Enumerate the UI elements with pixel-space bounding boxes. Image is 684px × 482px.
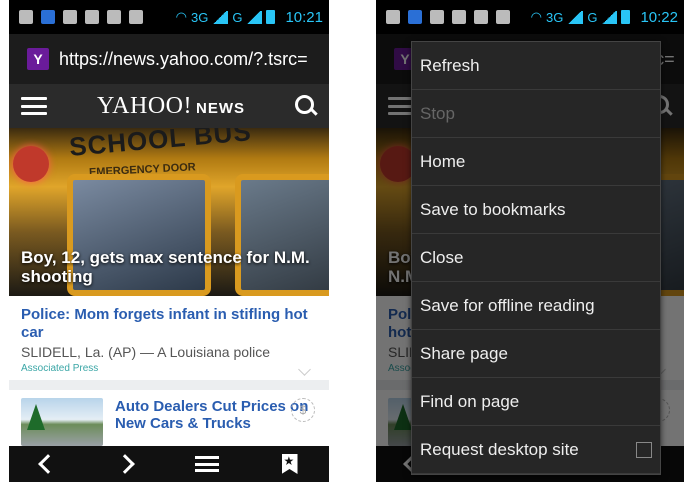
tree-icon [27,404,45,430]
status-bar: ◠ 3G G 10:21 [9,0,329,34]
image-icon [452,10,466,24]
bookmark-icon[interactable] [281,454,298,474]
menu-item-share-page[interactable]: Share page [412,330,660,378]
clock: 10:22 [640,8,678,26]
signal-area: ◠ 3G G 10:22 [531,9,684,26]
signal-icon [212,10,229,24]
browser-screen-left: ◠ 3G G 10:21 Y https://news.yahoo.com/?.… [9,0,329,482]
ad-headline[interactable]: Auto Dealers Cut Prices on New Cars & Tr… [115,398,317,446]
signal-icon [567,10,584,24]
menu-item-find-on-page[interactable]: Find on page [412,378,660,426]
yahoo-favicon-icon: Y [27,48,49,70]
story-headline[interactable]: Police: Mom forgets infant in stifling h… [21,306,317,342]
missed-call-icon [63,10,77,24]
battery-icon [621,10,631,24]
network-label: 3G [190,9,209,25]
story-source: Associated Press [21,363,99,374]
app-notification-icon [408,10,422,24]
back-icon[interactable] [37,454,58,474]
search-icon[interactable] [295,95,317,117]
yahoo-header: YAHOO!NEWS [9,84,329,128]
browser-screen-right: ◠ 3G G 10:22 Y https://news.yahoo.com/?.… [376,0,684,482]
divider [9,380,329,390]
butterfly-icon [474,10,488,24]
story-item[interactable]: Police: Mom forgets infant in stifling h… [9,296,329,380]
network-label-2: G [232,9,243,25]
bus-light [13,146,49,182]
browser-toolbar [9,446,329,482]
menu-icon[interactable] [21,97,47,115]
usb-icon [496,10,510,24]
missed-call-icon [430,10,444,24]
tabs-icon[interactable] [194,456,219,472]
sponsored-item[interactable]: Auto Dealers Cut Prices on New Cars & Tr… [9,390,329,446]
signal-icon-2 [246,10,263,24]
menu-item-save-offline[interactable]: Save for offline reading [412,282,660,330]
wifi-icon: ◠ [175,9,187,24]
wifi-icon: ◠ [530,9,542,24]
menu-item-save-to-bookmarks[interactable]: Save to bookmarks [412,186,660,234]
signal-icon-2 [601,10,618,24]
menu-item-request-desktop-site[interactable]: Request desktop site [412,426,660,474]
menu-item-close[interactable]: Close [412,234,660,282]
notification-icon [19,10,33,24]
yahoo-news-logo[interactable]: YAHOO!NEWS [97,93,245,120]
bus-sign-text: SCHOOL BUS [67,128,253,162]
forward-icon[interactable] [114,454,135,474]
image-icon [85,10,99,24]
menu-item-label: Request desktop site [420,439,579,459]
menu-item-home[interactable]: Home [412,138,660,186]
sponsored-dollar-icon: $ [291,398,315,422]
hero-story[interactable]: SCHOOL BUS EMERGENCY DOOR Boy, 12, gets … [9,128,329,296]
network-label-2: G [587,9,598,25]
desktop-site-checkbox[interactable] [636,441,652,458]
usb-icon [129,10,143,24]
signal-area: ◠ 3G G 10:21 [176,9,329,26]
notification-icon [386,10,400,24]
menu-item-stop[interactable]: Stop [412,90,660,138]
battery-icon [266,10,276,24]
story-body: SLIDELL, La. (AP) — A Louisiana police [21,344,271,360]
address-bar[interactable]: Y https://news.yahoo.com/?.tsrc= [9,34,329,84]
status-bar: ◠ 3G G 10:22 [376,0,684,34]
url-text[interactable]: https://news.yahoo.com/?.tsrc= [59,49,308,70]
app-notification-icon [41,10,55,24]
menu-item-refresh[interactable]: Refresh [412,42,660,90]
network-label: 3G [545,9,564,25]
hero-caption[interactable]: Boy, 12, gets max sentence for N.M. shoo… [21,248,319,286]
ad-thumbnail [21,398,103,446]
options-menu: Refresh Stop Home Save to bookmarks Clos… [411,41,661,475]
butterfly-icon [107,10,121,24]
clock: 10:21 [285,8,323,26]
